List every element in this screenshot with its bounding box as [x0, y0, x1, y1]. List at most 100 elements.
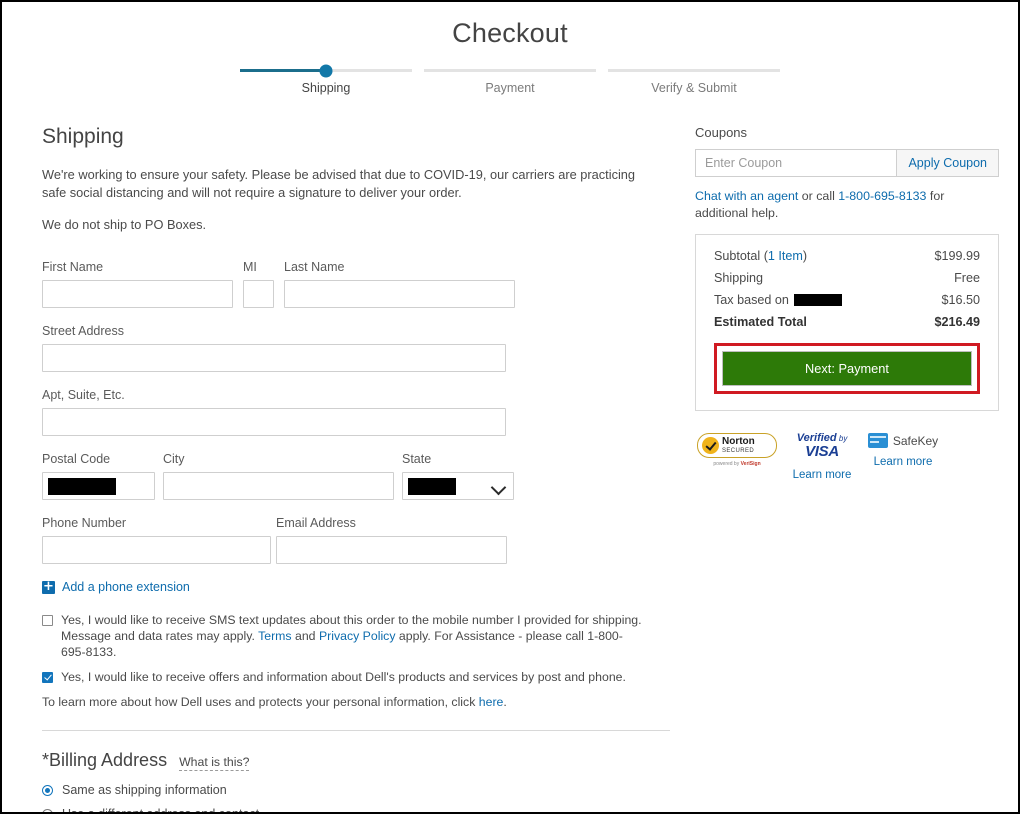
help-phone-link[interactable]: 1-800-695-8133 [838, 189, 926, 203]
last-name-input[interactable] [284, 280, 515, 308]
apt-suite-input[interactable] [42, 408, 506, 436]
apt-row: Apt, Suite, Etc. [42, 388, 647, 436]
norton-line1: Norton [722, 436, 755, 447]
tax-label: Tax based on [714, 293, 842, 307]
first-name-label: First Name [42, 260, 104, 274]
street-address-label: Street Address [42, 324, 124, 338]
sms-consent-line2-pre: Message and data rates may apply. [61, 629, 259, 643]
apply-coupon-button[interactable]: Apply Coupon [896, 149, 999, 177]
street-address-input[interactable] [42, 344, 506, 372]
billing-option-same[interactable]: Same as shipping information [42, 783, 647, 797]
postal-code-input[interactable] [42, 472, 155, 500]
sms-consent-checkbox[interactable] [42, 615, 53, 626]
checkout-progress-stepper: Shipping Payment Verify & Submit [234, 64, 786, 95]
shipping-heading: Shipping [42, 125, 124, 148]
terms-link[interactable]: Terms [258, 629, 291, 643]
phone-number-input[interactable] [42, 536, 271, 564]
email-address-group: Email Address [276, 516, 507, 564]
postal-code-group: Postal Code [42, 452, 155, 500]
radio-different-address-label: Use a different address and contact [62, 807, 260, 814]
state-redaction [408, 478, 456, 495]
section-divider [42, 730, 670, 731]
billing-address-header: *Billing Address What is this? [42, 750, 647, 771]
trust-badges: Norton SECURED powered by VeriSign Verif… [695, 433, 977, 483]
chevron-down-icon [490, 479, 507, 496]
last-name-group: Last Name [284, 260, 515, 308]
contact-row: Phone Number Email Address [42, 516, 647, 564]
what-is-this-tooltip-link[interactable]: What is this? [179, 755, 250, 771]
summary-row-tax: Tax based on $16.50 [714, 293, 980, 307]
mi-input[interactable] [243, 280, 274, 308]
privacy-learn-more-post: . [503, 695, 507, 709]
safekey-learn-more-link[interactable]: Learn more [861, 455, 945, 470]
marketing-consent-checkbox[interactable] [42, 672, 53, 683]
apt-suite-group: Apt, Suite, Etc. [42, 388, 506, 436]
credit-card-icon [867, 433, 888, 448]
email-address-label: Email Address [276, 516, 356, 530]
visa-learn-more-link[interactable]: Learn more [783, 468, 861, 483]
plus-icon: + [42, 578, 55, 594]
step-label-verify-submit: Verify & Submit [651, 81, 737, 95]
next-payment-highlight: Next: Payment [714, 343, 980, 394]
estimated-total-value: $216.49 [934, 315, 980, 329]
step-payment[interactable]: Payment [418, 69, 602, 95]
billing-address-title: *Billing Address [42, 750, 168, 770]
subtotal-label: Subtotal (1 Item) [714, 249, 807, 263]
tax-location-redaction [793, 294, 842, 306]
state-label: State [402, 452, 432, 466]
street-row: Street Address [42, 324, 647, 372]
norton-line2: SECURED [722, 448, 755, 454]
mi-label: MI [243, 260, 257, 274]
summary-row-total: Estimated Total $216.49 [714, 315, 980, 329]
visa-by-text: by [836, 434, 848, 443]
step-track-payment [424, 69, 596, 72]
coupon-input[interactable]: Enter Coupon [695, 149, 897, 177]
item-count-link[interactable]: 1 Item [768, 249, 803, 263]
norton-badge-box: Norton SECURED [697, 433, 777, 458]
step-verify-submit[interactable]: Verify & Submit [602, 69, 786, 95]
summary-row-subtotal: Subtotal (1 Item) $199.99 [714, 249, 980, 263]
norton-verisign-brand: VeriSign [740, 461, 761, 467]
safekey-light: Key [917, 433, 939, 448]
here-link[interactable]: here [479, 695, 504, 709]
privacy-policy-link[interactable]: Privacy Policy [319, 629, 396, 643]
covid-notice: We're working to ensure your safety. Ple… [42, 167, 636, 200]
step-shipping[interactable]: Shipping [234, 64, 418, 95]
marketing-consent-row[interactable]: Yes, I would like to receive offers and … [42, 669, 647, 685]
subtotal-value: $199.99 [934, 249, 980, 263]
order-summary-column: Coupons Enter Coupon Apply Coupon Chat w… [647, 125, 999, 812]
visa-wordmark: VISA [805, 443, 839, 460]
radio-different-address[interactable] [42, 808, 53, 812]
privacy-learn-more-pre: To learn more about how Dell uses and pr… [42, 695, 479, 709]
shipping-column: Shipping We're working to ensure your sa… [2, 125, 670, 814]
help-or-call-text: or call [798, 189, 839, 203]
state-group: State [402, 452, 514, 500]
city-input[interactable] [163, 472, 394, 500]
email-address-input[interactable] [276, 536, 507, 564]
city-group: City [163, 452, 394, 500]
page-title: Checkout [452, 18, 568, 48]
sms-consent-line1: Yes, I would like to receive SMS text up… [61, 613, 642, 627]
help-line: Chat with an agent or call 1-800-695-813… [695, 188, 995, 222]
add-phone-extension-label: Add a phone extension [62, 580, 190, 594]
tax-label-text: Tax based on [714, 293, 789, 307]
safekey-badge: SafeKey Learn more [861, 433, 945, 483]
step-track-verify [608, 69, 780, 72]
shipping-cost-value: Free [954, 271, 980, 285]
location-row: Postal Code City State [42, 452, 647, 500]
coupons-heading: Coupons [695, 125, 748, 140]
step-fill-shipping [240, 69, 326, 72]
next-payment-button[interactable]: Next: Payment [722, 351, 972, 386]
norton-secured-badge: Norton SECURED powered by VeriSign [697, 433, 777, 483]
safekey-wordmark: SafeKey [893, 434, 938, 448]
state-select[interactable] [402, 472, 514, 500]
shipping-cost-label: Shipping [714, 271, 764, 285]
billing-option-different[interactable]: Use a different address and contact [42, 807, 647, 814]
sms-consent-row[interactable]: Yes, I would like to receive SMS text up… [42, 612, 647, 660]
add-phone-extension-button[interactable]: + Add a phone extension [42, 580, 647, 594]
last-name-label: Last Name [284, 260, 345, 274]
chat-with-agent-link[interactable]: Chat with an agent [695, 189, 798, 203]
safekey-row: SafeKey [861, 433, 945, 448]
first-name-input[interactable] [42, 280, 233, 308]
radio-same-as-shipping[interactable] [42, 784, 53, 796]
